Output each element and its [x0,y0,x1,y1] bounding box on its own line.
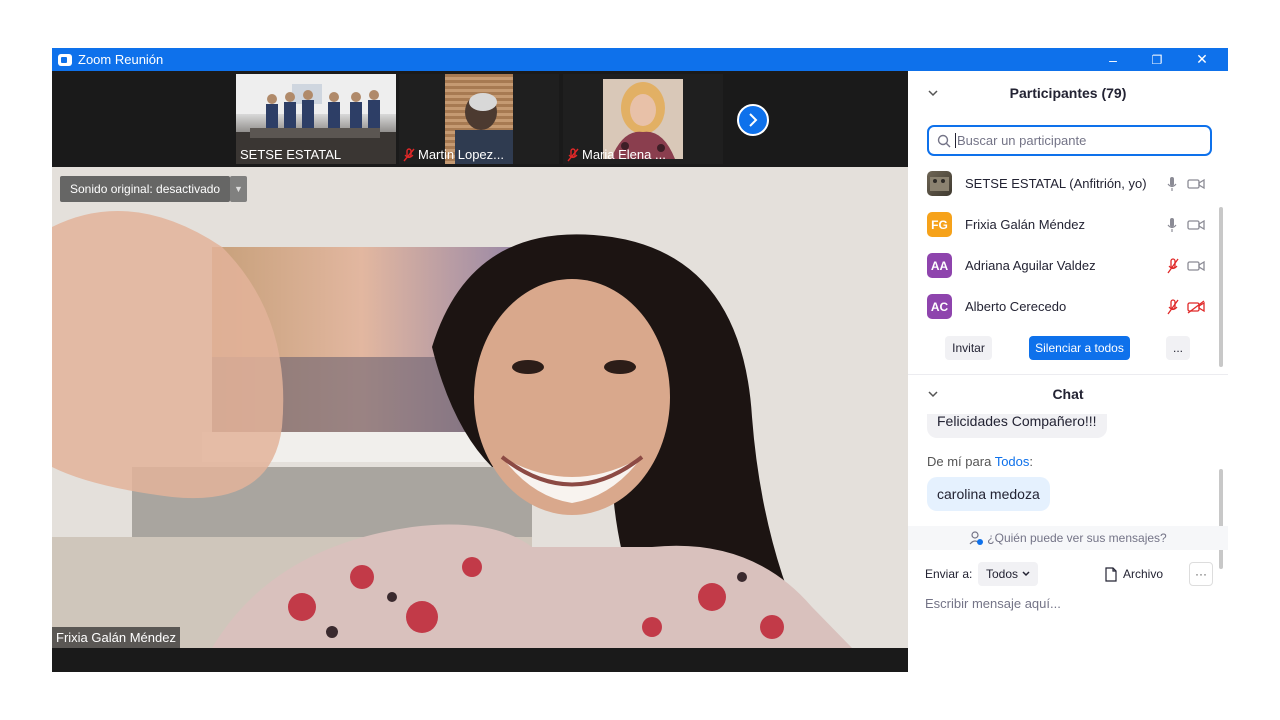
chevron-down-icon [1022,571,1030,577]
chat-scrollbar[interactable] [1219,469,1223,569]
avatar: FG [927,212,952,237]
video-camera-icon[interactable] [1187,178,1205,190]
search-icon [937,134,951,147]
muted-mic-icon[interactable] [1166,257,1180,274]
thumbnail-label: Martin Lopez... [418,147,504,162]
thumbnail-label: SETSE ESTATAL [240,147,342,162]
mute-all-button[interactable]: Silenciar a todos [1029,336,1130,360]
participant-row[interactable]: SETSE ESTATAL (Anfitrión, yo) [908,163,1228,204]
participant-name: Adriana Aguilar Valdez [965,258,1096,273]
participant-list-scrollbar[interactable] [1219,207,1223,367]
muted-mic-icon [567,147,579,161]
file-button[interactable]: Archivo [1105,562,1163,586]
chat-title: Chat [1052,386,1084,402]
video-off-icon[interactable] [1187,299,1205,314]
muted-mic-icon[interactable] [1166,298,1180,315]
restore-button[interactable]: ❐ [1134,48,1180,71]
video-camera-icon[interactable] [1187,219,1205,231]
participant-name: Frixia Galán Méndez [965,217,1085,232]
chat-sender: De mí para [927,454,992,469]
more-options-button[interactable]: ... [1166,336,1190,360]
thumbnail-label-row: Maria Elena ... [567,147,666,162]
zoom-window: Zoom Reunión – ❐ ✕ SETSE ESTATAL Martin … [52,48,1228,672]
chat-message-bubble: carolina medoza [927,477,1050,511]
chat-messages: Felicidades Compañero!!! De mí para Todo… [908,414,1228,526]
thumbnail-label-row: Martin Lopez... [403,147,504,162]
participant-name: SETSE ESTATAL (Anfitrión, yo) [965,176,1147,191]
text-cursor [955,133,956,148]
send-to-row: Enviar a: Todos Archivo ··· [925,562,1215,586]
participant-list: SETSE ESTATAL (Anfitrión, yo) FG Frixia … [908,163,1228,327]
participants-header: Participantes (79) [908,71,1228,115]
chat-header: Chat [908,374,1228,414]
participant-row[interactable]: AC Alberto Cerecedo [908,286,1228,327]
participant-name: Alberto Cerecedo [965,299,1067,314]
avatar: AC [927,294,952,319]
user-visibility-icon [969,531,984,545]
who-can-see-link[interactable]: ¿Quién puede ver sus mensajes? [908,526,1228,550]
speaker-video-image [52,167,908,648]
side-panel: Participantes (79) Buscar un participant… [908,71,1228,672]
who-can-see-text: ¿Quién puede ver sus mensajes? [987,531,1167,545]
search-placeholder: Buscar un participante [957,133,1087,148]
window-title: Zoom Reunión [78,52,164,67]
video-bottom-bar [52,648,908,672]
send-to-label: Enviar a: [925,567,973,581]
video-thumbnail[interactable]: Martin Lopez... [399,74,559,164]
participants-title: Participantes (79) [1009,85,1127,101]
chat-message-bubble: Felicidades Compañero!!! [927,414,1107,438]
active-speaker-video: Sonido original: desactivado ▼ Frixia Ga… [52,167,908,648]
microphone-icon[interactable] [1166,176,1178,192]
file-label: Archivo [1123,567,1164,581]
muted-mic-icon [403,147,415,161]
participant-row[interactable]: AA Adriana Aguilar Valdez [908,245,1228,286]
chat-sender-line: De mí para Todos: [927,454,1033,469]
send-to-dropdown[interactable]: Todos [978,562,1039,586]
minimize-button[interactable]: – [1090,48,1136,71]
send-to-value: Todos [986,567,1019,581]
chat-recipient[interactable]: Todos [995,454,1030,469]
file-icon [1105,566,1117,582]
video-thumbnail[interactable]: SETSE ESTATAL [236,74,396,164]
zoom-app-icon [58,53,72,66]
speaker-name-tag: Frixia Galán Méndez [52,627,180,648]
close-button[interactable]: ✕ [1179,48,1225,71]
sound-options-dropdown[interactable]: ▼ [230,176,247,202]
collapse-chevron-icon[interactable] [928,86,938,100]
participant-row[interactable]: FG Frixia Galán Méndez [908,204,1228,245]
original-sound-button[interactable]: Sonido original: desactivado [60,176,231,202]
video-thumbnail[interactable]: Maria Elena ... [563,74,723,164]
collapse-chevron-icon[interactable] [928,387,938,401]
thumbnail-strip: SETSE ESTATAL Martin Lopez... Maria Elen… [52,71,908,167]
chat-message-input[interactable]: Escribir mensaje aquí... [925,596,1061,611]
title-bar: Zoom Reunión – ❐ ✕ [52,48,1228,71]
chat-more-button[interactable]: ··· [1189,562,1213,586]
next-page-button[interactable] [737,104,769,136]
participant-search-input[interactable]: Buscar un participante [927,125,1212,156]
invite-button[interactable]: Invitar [945,336,992,360]
chat-sender-colon: : [1029,454,1034,469]
video-area: SETSE ESTATAL Martin Lopez... Maria Elen… [52,71,908,672]
microphone-icon[interactable] [1166,217,1178,233]
avatar: AA [927,253,952,278]
thumbnail-label: Maria Elena ... [582,147,666,162]
chevron-right-icon [749,113,758,127]
video-camera-icon[interactable] [1187,260,1205,272]
avatar [927,171,952,196]
